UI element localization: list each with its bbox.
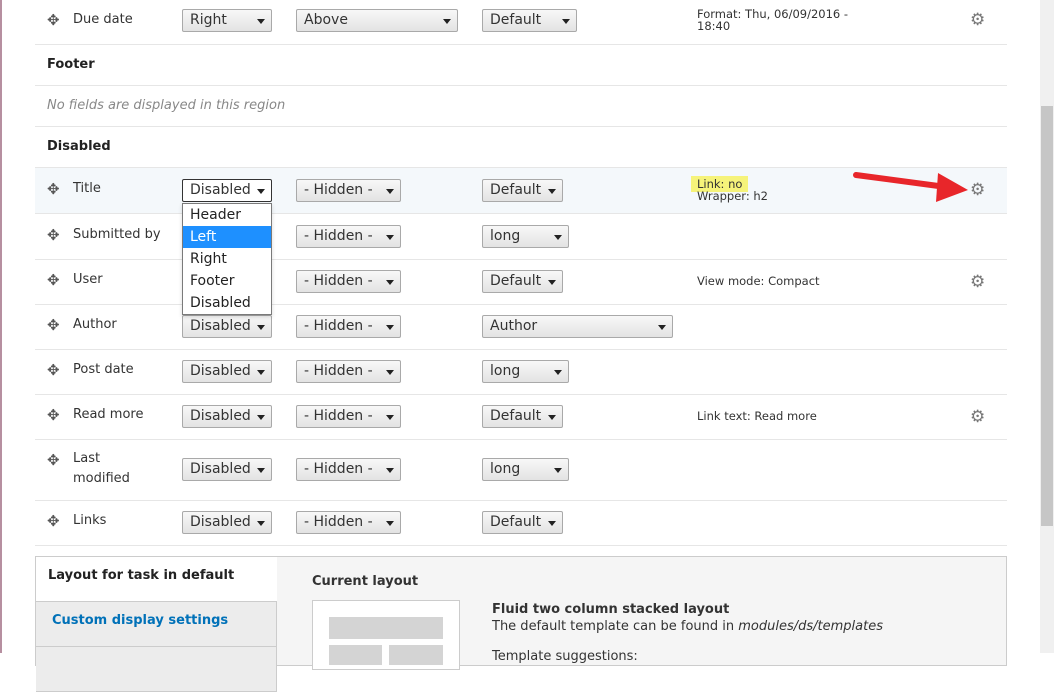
layout-panel-content: Current layout Fluid two column stacked … [277,557,1006,670]
formatter-select[interactable]: Author [482,315,673,338]
dropdown-option-header[interactable]: Header [183,204,271,226]
region-header-footer: Footer [35,45,1007,86]
formatter-select[interactable]: Default [482,9,577,32]
field-label: Last modified [73,451,130,486]
region-select[interactable]: Disabled [182,179,272,202]
gear-icon[interactable]: ⚙ [970,407,985,427]
layout-settings-panel: Layout for task in default Custom displa… [35,556,1007,692]
label-select[interactable]: - Hidden - [296,360,401,383]
formatter-select[interactable]: long [482,225,569,248]
table-row-post-date: ✥ Post date Disabled - Hidden - long [35,350,1007,395]
label-select[interactable]: - Hidden - [296,179,401,202]
dropdown-option-left[interactable]: Left [183,226,271,248]
field-label: Title [73,181,101,196]
drag-handle-icon[interactable]: ✥ [47,180,60,198]
formatter-select[interactable]: Default [482,511,563,534]
gear-icon[interactable]: ⚙ [970,180,985,200]
field-settings-summary: View mode: Compact [697,274,820,288]
region-select[interactable]: Disabled [182,315,272,338]
table-row-submitted-by: ✥ Submitted by - Hidden - long [35,214,1007,260]
region-select[interactable]: Disabled [182,360,272,383]
gear-icon[interactable]: ⚙ [970,272,985,292]
field-label: User [73,272,103,287]
dropdown-option-disabled[interactable]: Disabled [183,292,271,314]
dropdown-option-right[interactable]: Right [183,248,271,270]
tab-custom-display-settings[interactable]: Custom display settings [36,602,277,647]
region-select[interactable]: Disabled [182,458,272,481]
drag-handle-icon[interactable]: ✥ [47,271,60,289]
current-layout-heading: Current layout [312,574,419,589]
formatter-select[interactable]: long [482,458,569,481]
drag-handle-icon[interactable]: ✥ [47,226,60,244]
region-empty-row: No fields are displayed in this region [35,86,1007,127]
formatter-select[interactable]: Default [482,405,563,428]
template-suggestions-label: Template suggestions: [492,649,638,664]
red-arrow-annotation [853,172,968,202]
table-row-links: ✥ Links Disabled - Hidden - Default [35,501,1007,546]
drag-handle-icon[interactable]: ✥ [47,361,60,379]
region-select[interactable]: Disabled [182,511,272,534]
formatter-select[interactable]: Default [482,270,563,293]
field-label: Due date [73,12,133,27]
field-settings-summary: Link: no Wrapper: h2 [691,176,768,202]
label-select[interactable]: - Hidden - [296,458,401,481]
drag-handle-icon[interactable]: ✥ [47,406,60,424]
region-dropdown-list[interactable]: Header Left Right Footer Disabled [182,203,272,315]
scrollbar-thumb[interactable] [1041,106,1053,526]
region-header-disabled: Disabled [35,127,1007,168]
field-label: Author [73,317,117,332]
layout-description: The default template can be found in mod… [492,619,883,634]
label-select[interactable]: - Hidden - [296,270,401,293]
table-row-author: ✥ Author Disabled - Hidden - Author [35,305,1007,350]
table-row-read-more: ✥ Read more Disabled - Hidden - Default … [35,395,1007,440]
label-select[interactable]: - Hidden - [296,225,401,248]
tab-layout-for-task[interactable]: Layout for task in default [36,557,277,602]
field-settings-summary: Link text: Read more [697,409,817,423]
formatter-select[interactable]: long [482,360,569,383]
region-title: Disabled [47,139,111,154]
drag-handle-icon[interactable]: ✥ [47,11,60,29]
table-row-user: ✥ User - Hidden - Default View mode: Com… [35,260,1007,305]
label-select[interactable]: Above [296,9,458,32]
region-select[interactable]: Right [182,9,272,32]
drag-handle-icon[interactable]: ✥ [47,512,60,530]
left-border [0,0,2,653]
region-title: Footer [47,57,95,72]
layout-thumbnail [312,600,460,670]
field-label: Submitted by [73,227,161,242]
table-row-due-date: ✥ Due date Right Above Default Format: T… [35,0,1007,45]
field-label: Post date [73,362,134,377]
field-label: Links [73,513,107,528]
empty-region-message: No fields are displayed in this region [47,98,286,113]
region-select[interactable]: Disabled [182,405,272,428]
field-label: Read more [73,407,144,422]
formatter-select[interactable]: Default [482,179,563,202]
label-select[interactable]: - Hidden - [296,511,401,534]
drag-handle-icon[interactable]: ✥ [47,316,60,334]
label-select[interactable]: - Hidden - [296,315,401,338]
table-row-last-modified: ✥ Last modified Disabled - Hidden - long [35,440,1007,501]
tab-next[interactable] [36,647,277,692]
field-settings-summary: Format: Thu, 06/09/2016 - 18:40 [697,7,849,33]
dropdown-option-footer[interactable]: Footer [183,270,271,292]
drag-handle-icon[interactable]: ✥ [47,451,60,469]
gear-icon[interactable]: ⚙ [970,10,985,30]
label-select[interactable]: - Hidden - [296,405,401,428]
vertical-scrollbar[interactable] [1040,0,1054,653]
layout-name: Fluid two column stacked layout [492,602,730,617]
